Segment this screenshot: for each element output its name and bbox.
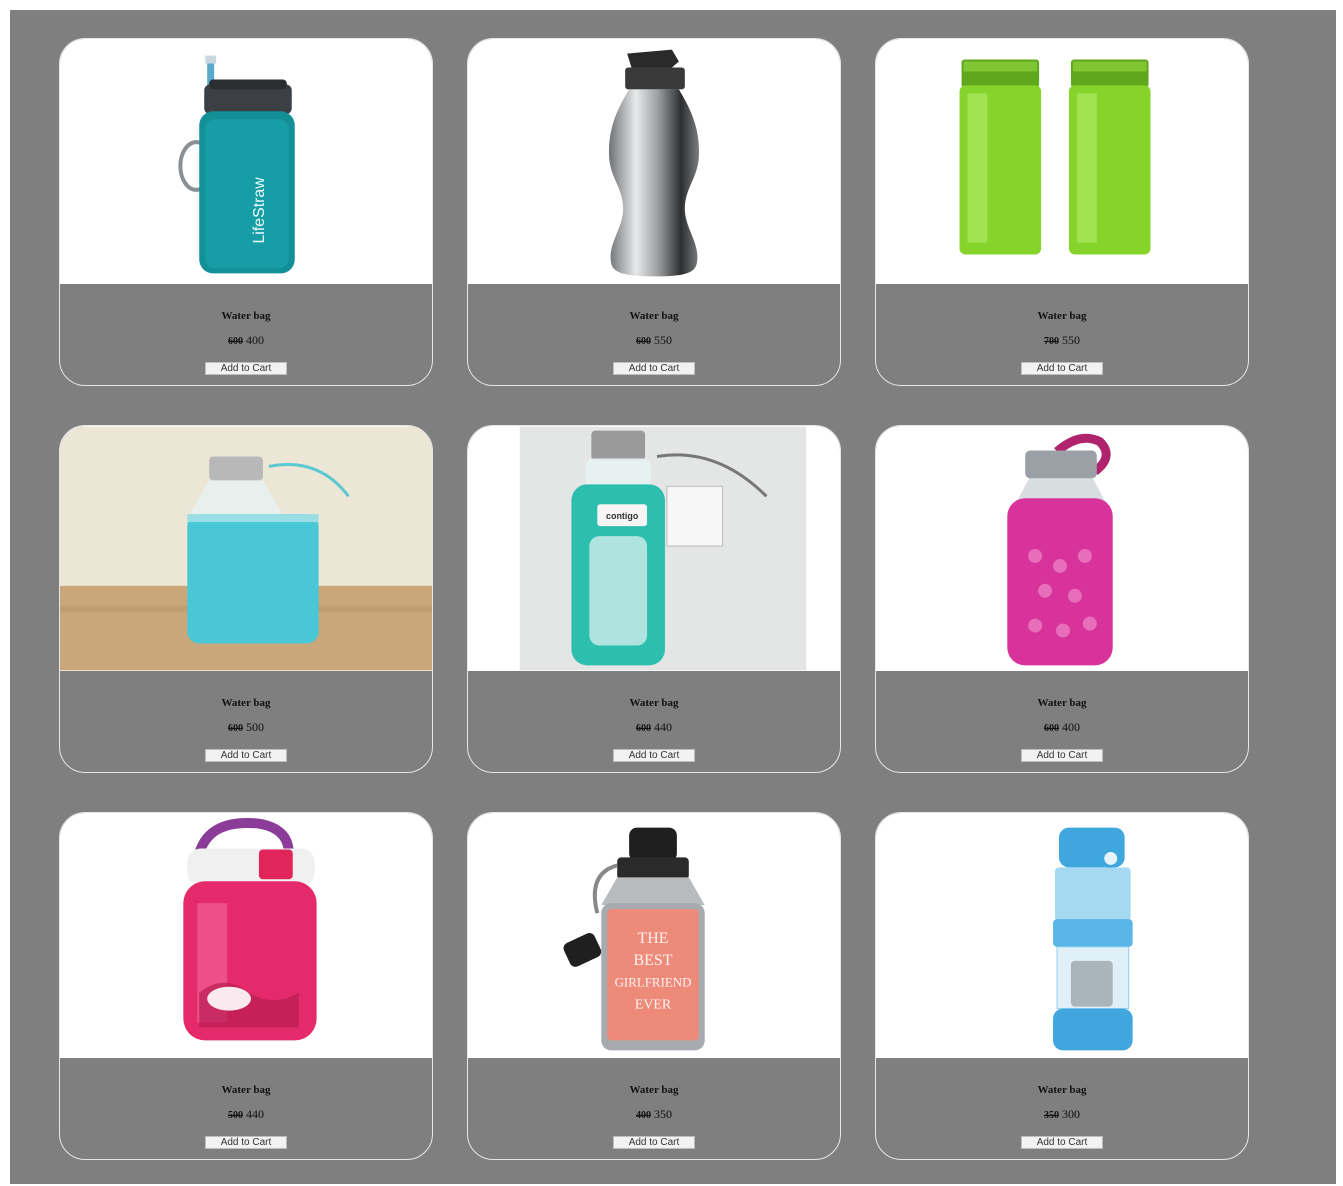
product-price: 600 400 — [60, 333, 432, 348]
product-image-kids-bottle[interactable] — [60, 813, 432, 1058]
add-to-cart-button[interactable]: Add to Cart — [205, 362, 287, 375]
old-price: 700 — [1044, 336, 1059, 347]
product-price: 600 400 — [876, 720, 1248, 735]
sale-price: 350 — [654, 1107, 672, 1121]
product-card: Water bag 500 440 Add to Cart — [59, 812, 433, 1160]
product-name: Water bag — [629, 697, 679, 709]
sale-price: 300 — [1062, 1107, 1080, 1121]
product-name: Water bag — [1037, 697, 1087, 709]
product-name: Water bag — [1037, 1084, 1087, 1096]
sale-price: 400 — [246, 333, 264, 347]
product-name: Water bag — [221, 310, 271, 322]
add-to-cart-button[interactable]: Add to Cart — [205, 749, 287, 762]
product-price: 700 550 — [876, 333, 1248, 348]
product-image-pink-bottle[interactable] — [876, 426, 1248, 671]
lifestraw-label: LifeStraw — [251, 177, 268, 244]
sale-price: 500 — [246, 720, 264, 734]
product-image-steel-bottle[interactable] — [468, 39, 840, 284]
product-price: 350 300 — [876, 1107, 1248, 1122]
add-to-cart-button[interactable]: Add to Cart — [1021, 362, 1103, 375]
old-price: 400 — [636, 1110, 651, 1121]
add-to-cart-button[interactable]: Add to Cart — [613, 749, 695, 762]
old-price: 600 — [636, 336, 651, 347]
product-card: THE BEST GIRLFRIEND EVER Water bag 400 35… — [467, 812, 841, 1160]
product-price: 600 500 — [60, 720, 432, 735]
sale-price: 440 — [654, 720, 672, 734]
sale-price: 550 — [1062, 333, 1080, 347]
product-image-blue-infuser-bottle[interactable] — [876, 813, 1248, 1058]
add-to-cart-button[interactable]: Add to Cart — [613, 362, 695, 375]
product-price: 500 440 — [60, 1107, 432, 1122]
product-card: LifeStraw Water bag 600 400 Add to Cart — [59, 38, 433, 386]
product-price: 600 550 — [468, 333, 840, 348]
old-price: 600 — [228, 336, 243, 347]
product-image-contigo-bottle[interactable]: contigo — [468, 426, 840, 671]
product-card: Water bag 600 400 Add to Cart — [875, 425, 1249, 773]
product-grid: LifeStraw Water bag 600400 Add to Cart — [10, 10, 1336, 1184]
product-name: Water bag — [221, 1084, 271, 1096]
product-price: 600 440 — [468, 720, 840, 735]
product-card: Water bag 700 550 Add to Cart — [875, 38, 1249, 386]
product-name: Water bag — [629, 310, 679, 322]
best-text-line3: GIRLFRIEND — [615, 975, 692, 990]
product-image-girlfriend-bottle[interactable]: THE BEST GIRLFRIEND EVER — [468, 813, 840, 1058]
product-image-green-bottles[interactable] — [876, 39, 1248, 284]
product-image-glass-sleeve-bottle[interactable] — [60, 426, 432, 671]
best-text-line2: BEST — [634, 952, 673, 969]
old-price: 600 — [636, 723, 651, 734]
contigo-label: contigo — [606, 511, 639, 521]
product-card: Water bag 600 550 Add to Cart — [467, 38, 841, 386]
add-to-cart-button[interactable]: Add to Cart — [1021, 1136, 1103, 1149]
sale-price: 440 — [246, 1107, 264, 1121]
old-price: 600 — [1044, 723, 1059, 734]
old-price: 600 — [228, 723, 243, 734]
best-text-line4: EVER — [635, 998, 672, 1013]
product-card: Water bag 600 500 Add to Cart — [59, 425, 433, 773]
best-text-line1: THE — [638, 930, 669, 947]
sale-price: 400 — [1062, 720, 1080, 734]
old-price: 350 — [1044, 1110, 1059, 1121]
old-price: 500 — [228, 1110, 243, 1121]
product-image-teal-filter-bottle[interactable]: LifeStraw — [60, 39, 432, 284]
add-to-cart-button[interactable]: Add to Cart — [1021, 749, 1103, 762]
product-price: 400 350 — [468, 1107, 840, 1122]
product-name: Water bag — [1037, 310, 1087, 322]
product-name: Water bag — [221, 697, 271, 709]
product-card: contigo Water bag 600 440 Add to Cart — [467, 425, 841, 773]
product-card: Water bag 350 300 Add to Cart — [875, 812, 1249, 1160]
product-name: Water bag — [629, 1084, 679, 1096]
add-to-cart-button[interactable]: Add to Cart — [205, 1136, 287, 1149]
add-to-cart-button[interactable]: Add to Cart — [613, 1136, 695, 1149]
sale-price: 550 — [654, 333, 672, 347]
